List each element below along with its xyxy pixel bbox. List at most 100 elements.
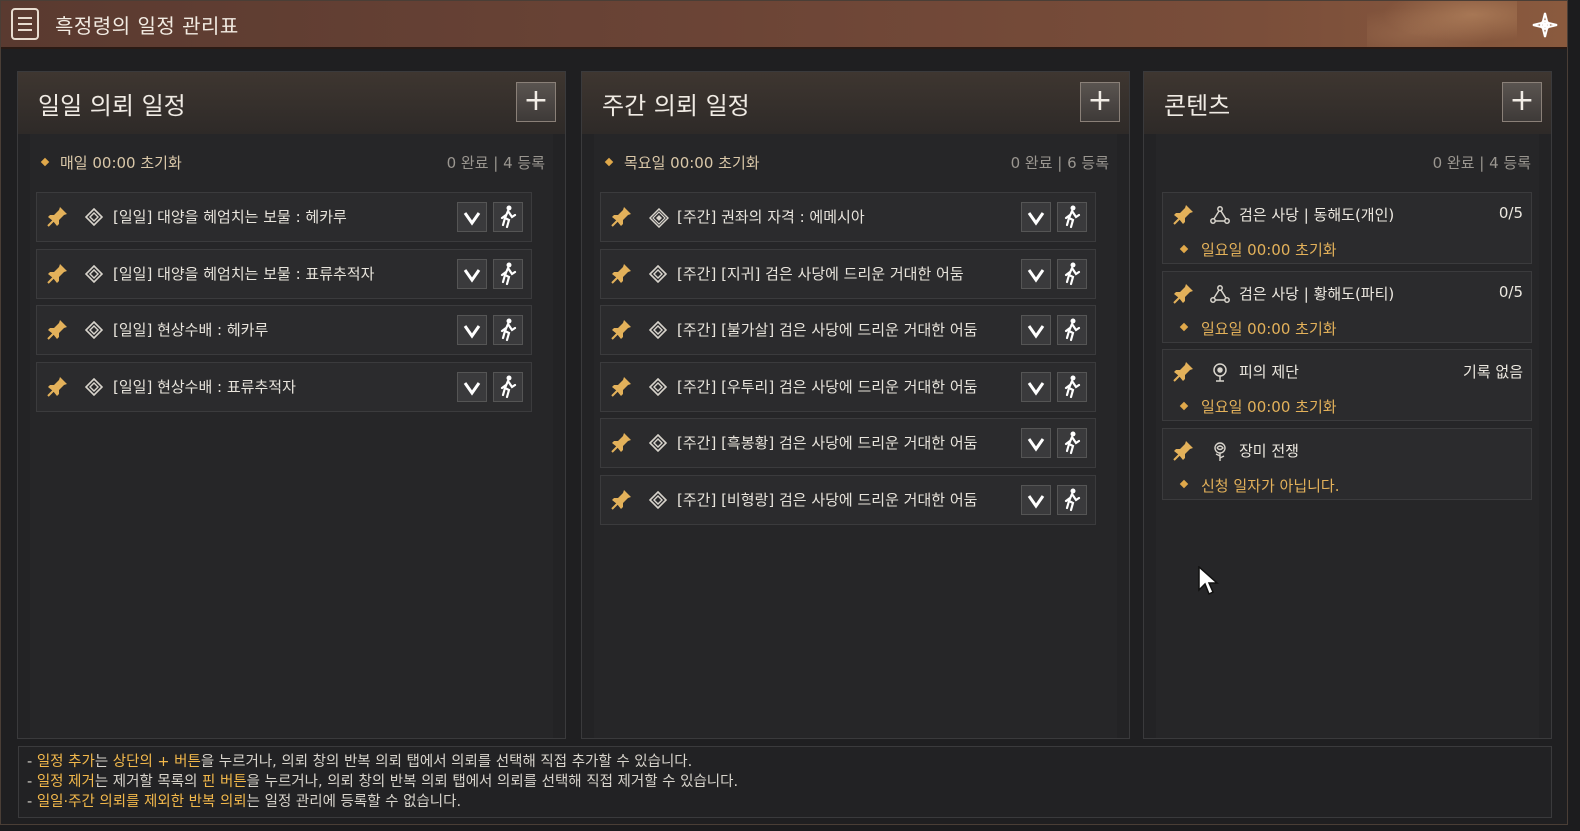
content-progress: 0/5 xyxy=(1498,204,1523,222)
auto-move-button[interactable] xyxy=(1057,371,1087,402)
contents-panel-header: 콘텐츠 + xyxy=(1144,72,1551,134)
daily-panel-header: 일일 의뢰 일정 + xyxy=(18,72,565,134)
pin-icon[interactable] xyxy=(609,375,633,399)
diamond-bullet-icon xyxy=(604,157,614,166)
pin-icon[interactable] xyxy=(609,262,633,286)
pin-icon[interactable] xyxy=(609,205,633,229)
quest-name: [주간] 권좌의 자격 : 에메시아 xyxy=(677,208,865,226)
quest-diamond-icon xyxy=(84,264,104,283)
quest-diamond-icon xyxy=(84,320,104,340)
quest-diamond-icon xyxy=(648,377,668,396)
flower-close-icon xyxy=(1532,12,1558,38)
quest-name: [주간] [비형랑] 검은 사당에 드리운 거대한 어둠 xyxy=(677,490,978,509)
pin-icon[interactable] xyxy=(1171,282,1195,306)
weekly-panel-title: 주간 의뢰 일정 xyxy=(602,92,750,120)
weekly-add-button[interactable]: + xyxy=(1080,82,1120,122)
contents-count: 0 완료 | 4 등록 xyxy=(1432,154,1531,172)
expand-dropdown-button[interactable] xyxy=(1021,428,1051,458)
content-reset-text: 일요일 00:00 초기화 xyxy=(1201,319,1337,338)
expand-dropdown-button[interactable] xyxy=(1021,258,1051,289)
daily-row[interactable]: [일일] 대양을 헤엄치는 보물 : 표류추적자 xyxy=(36,248,532,299)
triangle-nodes-icon xyxy=(1209,204,1231,226)
content-reset-info: 일요일 00:00 초기화 xyxy=(1179,239,1337,260)
daily-row[interactable]: [일일] 현상수배 : 표류추적자 xyxy=(36,361,532,412)
contents-row[interactable]: 장미 전쟁신청 일자가 아닙니다. xyxy=(1162,427,1532,500)
content-name: 장미 전쟁 xyxy=(1239,441,1299,460)
diamond-bullet-icon xyxy=(1179,244,1189,253)
expand-dropdown-button[interactable] xyxy=(1021,484,1051,515)
pin-icon[interactable] xyxy=(609,431,633,455)
expand-dropdown-button[interactable] xyxy=(457,202,487,232)
daily-row[interactable]: [일일] 현상수배 : 헤카루 xyxy=(36,305,532,355)
expand-dropdown-button[interactable] xyxy=(1021,202,1051,232)
daily-count: 0 완료 | 4 등록 xyxy=(446,154,545,172)
pin-icon[interactable] xyxy=(609,318,633,342)
auto-move-button[interactable] xyxy=(1057,484,1087,515)
content-reset-info: 일요일 00:00 초기화 xyxy=(1179,318,1337,339)
schedule-window: 흑정령의 일정 관리표 일일 의뢰 일정 + 매일 00:00 초기화 0 완료… xyxy=(0,0,1568,825)
auto-move-button[interactable] xyxy=(493,315,523,345)
auto-move-button[interactable] xyxy=(493,202,523,232)
note-line-1: - 일정 추가는 상단의 + 버튼을 누르거나, 의뢰 창의 반복 의뢰 탭에서… xyxy=(27,754,693,770)
expand-dropdown-button[interactable] xyxy=(457,258,487,289)
window-title: 흑정령의 일정 관리표 xyxy=(55,13,239,38)
quest-name: [주간] [흑봉황] 검은 사당에 드리운 거대한 어둠 xyxy=(677,434,978,452)
cloud-decoration xyxy=(1367,1,1517,47)
content-name: 검은 사당 | 동해도(개인) xyxy=(1239,206,1395,224)
daily-add-button[interactable]: + xyxy=(516,82,556,122)
expand-dropdown-button[interactable] xyxy=(1021,315,1051,345)
contents-info: 0 완료 | 4 등록 xyxy=(1168,152,1531,174)
diamond-bullet-icon xyxy=(1179,401,1189,410)
contents-add-button[interactable]: + xyxy=(1502,82,1542,122)
weekly-row[interactable]: [주간] [비형랑] 검은 사당에 드리운 거대한 어둠 xyxy=(600,474,1096,525)
weekly-row[interactable]: [주간] [불가살] 검은 사당에 드리운 거대한 어둠 xyxy=(600,305,1096,355)
auto-move-button[interactable] xyxy=(1057,428,1087,458)
weekly-panel-header: 주간 의뢰 일정 + xyxy=(582,72,1129,134)
daily-panel-body: 매일 00:00 초기화 0 완료 | 4 등록 [일일] 대양을 헤엄치는 보… xyxy=(30,134,553,738)
weekly-row[interactable]: [주간] [지귀] 검은 사당에 드리운 거대한 어둠 xyxy=(600,248,1096,299)
pin-icon[interactable] xyxy=(609,488,633,512)
auto-move-button[interactable] xyxy=(1057,315,1087,345)
pin-icon[interactable] xyxy=(1171,360,1195,384)
pin-icon[interactable] xyxy=(45,318,69,342)
diamond-bullet-icon xyxy=(1179,322,1189,332)
title-bar[interactable]: 흑정령의 일정 관리표 xyxy=(1,1,1567,49)
contents-panel-title: 콘텐츠 xyxy=(1164,92,1231,120)
content-name: 검은 사당 | 황해도(파티) xyxy=(1239,284,1395,303)
mouse-cursor-icon xyxy=(1198,566,1219,596)
auto-move-button[interactable] xyxy=(1057,258,1087,289)
weekly-reset-text: 목요일 00:00 초기화 xyxy=(624,154,760,172)
weekly-panel: 주간 의뢰 일정 + 목요일 00:00 초기화 0 완료 | 6 등록 [주간… xyxy=(581,71,1130,739)
quest-name: [일일] 대양을 헤엄치는 보물 : 헤카루 xyxy=(113,208,347,226)
quest-diamond-icon xyxy=(648,264,668,283)
triangle-nodes-icon xyxy=(1209,283,1231,305)
expand-dropdown-button[interactable] xyxy=(457,315,487,345)
weekly-row[interactable]: [주간] [흑봉황] 검은 사당에 드리운 거대한 어둠 xyxy=(600,418,1096,468)
auto-move-button[interactable] xyxy=(493,371,523,402)
weekly-count: 0 완료 | 6 등록 xyxy=(1010,154,1109,172)
daily-row[interactable]: [일일] 대양을 헤엄치는 보물 : 헤카루 xyxy=(36,192,532,242)
contents-row[interactable]: 검은 사당 | 황해도(파티) 0/5 일요일 00:00 초기화 xyxy=(1162,270,1532,343)
diamond-bullet-icon xyxy=(40,157,50,166)
content-reset-text: 일요일 00:00 초기화 xyxy=(1201,241,1337,259)
auto-move-button[interactable] xyxy=(493,258,523,289)
weekly-row[interactable]: [주간] 권좌의 자격 : 에메시아 xyxy=(600,192,1096,242)
close-button[interactable] xyxy=(1531,11,1559,39)
content-reset-info: 신청 일자가 아닙니다. xyxy=(1179,475,1340,496)
quest-name: [일일] 현상수배 : 표류추적자 xyxy=(113,377,296,396)
expand-dropdown-button[interactable] xyxy=(457,371,487,402)
expand-dropdown-button[interactable] xyxy=(1021,371,1051,402)
daily-reset-text: 매일 00:00 초기화 xyxy=(60,154,182,172)
contents-row[interactable]: 피의 제단 기록 없음 일요일 00:00 초기화 xyxy=(1162,349,1532,421)
content-reset-text: 신청 일자가 아닙니다. xyxy=(1201,476,1340,495)
auto-move-button[interactable] xyxy=(1057,202,1087,232)
pin-icon[interactable] xyxy=(45,262,69,286)
pin-icon[interactable] xyxy=(45,375,69,399)
weekly-row[interactable]: [주간] [우투리] 검은 사당에 드리운 거대한 어둠 xyxy=(600,361,1096,412)
pin-icon[interactable] xyxy=(1171,203,1195,227)
contents-row[interactable]: 검은 사당 | 동해도(개인) 0/5 일요일 00:00 초기화 xyxy=(1162,192,1532,264)
pin-icon[interactable] xyxy=(1171,439,1195,463)
rose-icon xyxy=(1209,440,1231,462)
pin-icon[interactable] xyxy=(45,205,69,229)
content-progress: 기록 없음 xyxy=(1463,363,1523,381)
